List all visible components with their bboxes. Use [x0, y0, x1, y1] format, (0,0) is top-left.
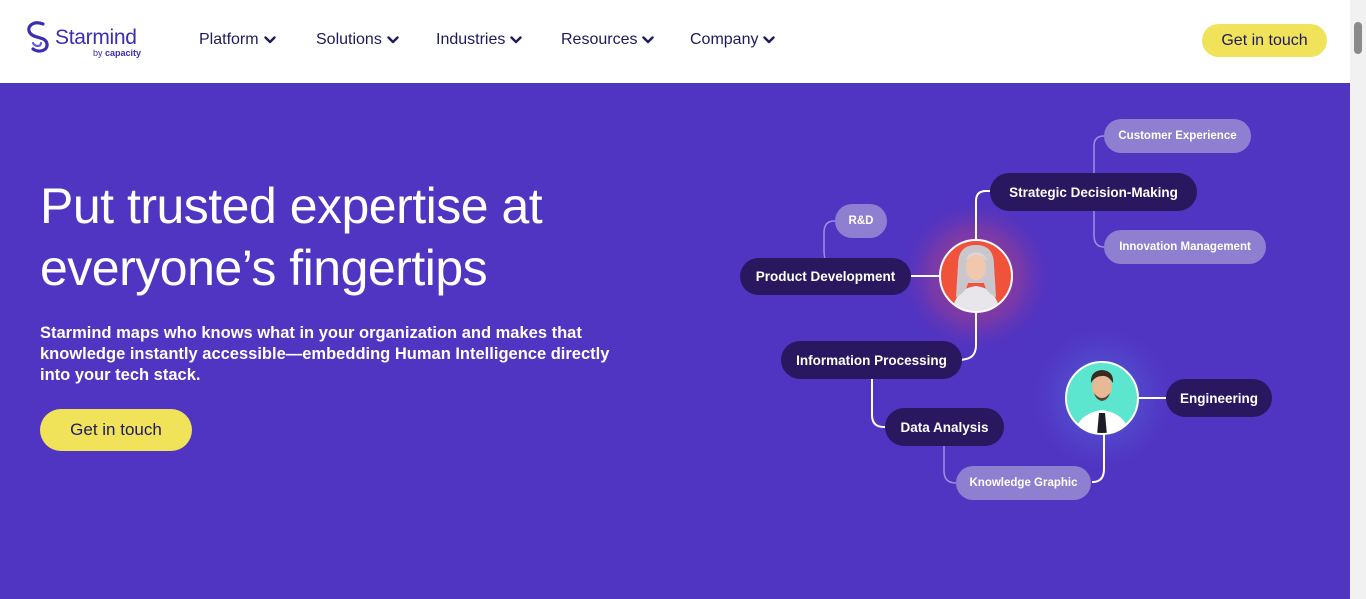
logo-subtitle: by capacity [93, 48, 141, 58]
nav-industries-label: Industries [436, 31, 506, 48]
node-product-development: Product Development [740, 258, 911, 295]
nav-platform[interactable]: Platform [199, 29, 276, 51]
nav-solutions-label: Solutions [316, 31, 382, 48]
nav-platform-label: Platform [199, 31, 259, 48]
expertise-diagram [823, 135, 1182, 484]
page-scrollbar[interactable] [1350, 0, 1366, 599]
nav-industries[interactable]: Industries [436, 29, 523, 51]
node-information-processing: Information Processing [781, 341, 962, 379]
starmind-logo[interactable]: Starmind by capacity [24, 19, 154, 63]
node-rnd: R&D [835, 204, 887, 238]
hero-section: Put trusted expertise at everyone’s fing… [0, 83, 1350, 599]
node-strategic-decision-making: Strategic Decision-Making [990, 173, 1197, 211]
node-data-analysis: Data Analysis [885, 408, 1004, 446]
chevron-down-icon [263, 36, 276, 44]
nav-company[interactable]: Company [690, 29, 776, 51]
get-in-touch-button[interactable]: Get in touch [1202, 24, 1327, 57]
chevron-down-icon [642, 36, 655, 44]
nav-resources[interactable]: Resources [561, 29, 655, 51]
nav-company-label: Company [690, 31, 759, 48]
chevron-down-icon [763, 36, 776, 44]
chevron-down-icon [387, 36, 399, 44]
logo-wordmark: Starmind [55, 26, 137, 49]
chevron-down-icon [510, 36, 523, 44]
logo-sub-prefix: by [93, 48, 103, 58]
nav-resources-label: Resources [561, 31, 638, 48]
node-innovation-management: Innovation Management [1104, 230, 1266, 264]
starmind-logo-icon [27, 21, 49, 53]
scrollbar-thumb[interactable] [1354, 22, 1362, 54]
site-header: Starmind by capacity Platform Solutions … [0, 0, 1350, 83]
nav-solutions[interactable]: Solutions [316, 29, 399, 51]
node-knowledge-graphic: Knowledge Graphic [956, 466, 1091, 500]
node-customer-experience: Customer Experience [1104, 119, 1251, 153]
logo-sub-brand: capacity [105, 48, 142, 58]
node-engineering: Engineering [1166, 379, 1272, 417]
